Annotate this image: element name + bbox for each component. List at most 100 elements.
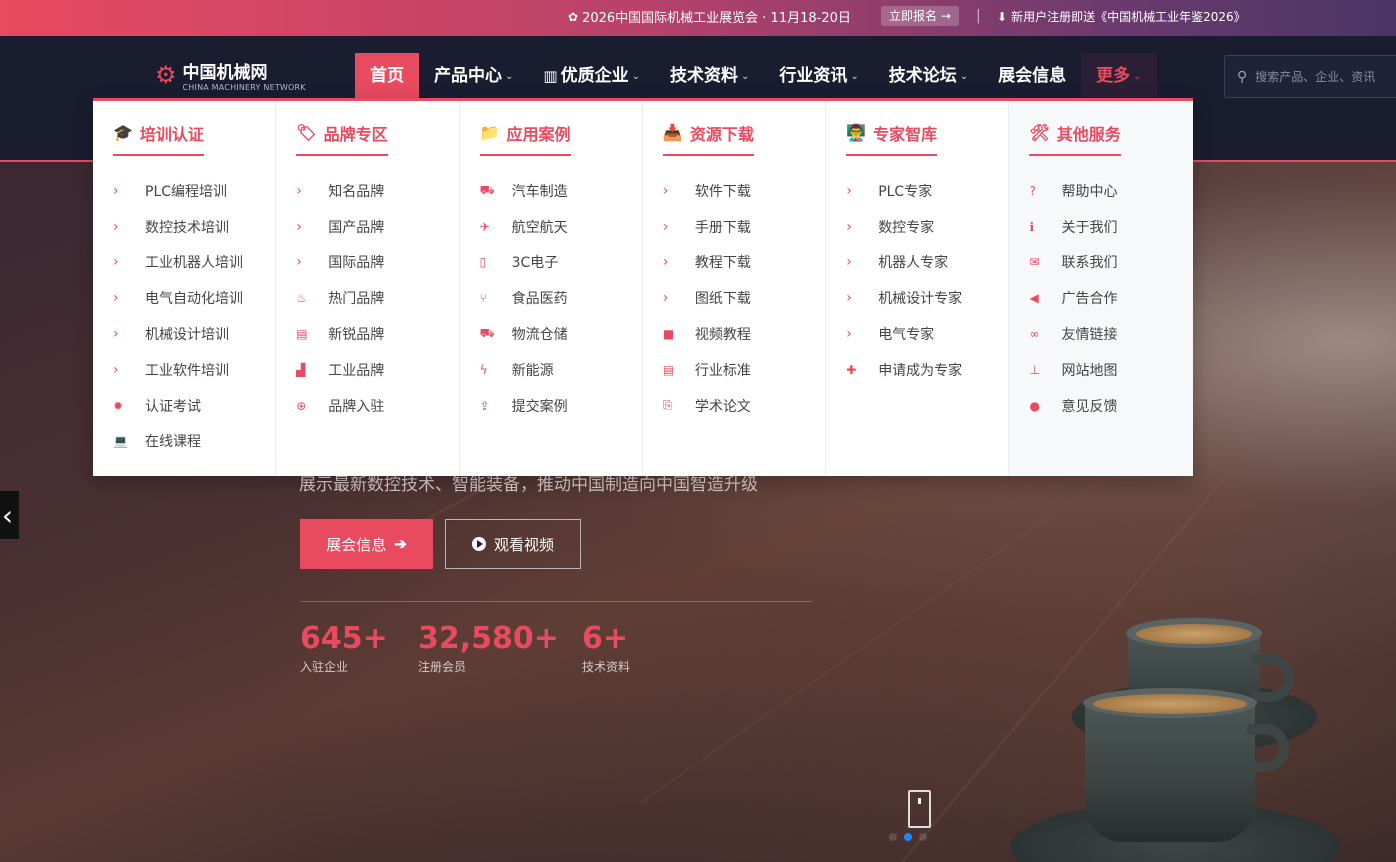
mega-column-title[interactable]: 📥 资源下载 bbox=[662, 121, 754, 156]
nav-item-news[interactable]: 行业资讯 ⌄ bbox=[764, 53, 873, 100]
nav-item-tech-docs[interactable]: 技术资料 ⌄ bbox=[655, 53, 764, 100]
chevron-right-icon: › bbox=[662, 182, 669, 199]
more-mega-menu: 🎓 培训认证 › PLC编程培训 › 数控技术培训 › 工业机器人培训 › 电气自动化培训 › 机械设… bbox=[93, 98, 1193, 476]
nav-label: 优质企业 bbox=[560, 66, 629, 86]
button-label: 观看视频 bbox=[493, 536, 554, 554]
nav-item-home[interactable]: 首页 bbox=[355, 53, 419, 100]
chevron-down-icon: ⌄ bbox=[850, 71, 859, 82]
nav-item-exhibitions[interactable]: 展会信息 bbox=[983, 53, 1081, 100]
mega-menu-item[interactable]: ⎘ 学术论文 bbox=[663, 388, 825, 424]
mega-menu-item[interactable]: › 国际品牌 bbox=[296, 245, 458, 281]
mega-menu-item[interactable]: ? 帮助中心 bbox=[1029, 173, 1192, 209]
mega-menu-item[interactable]: › 图纸下载 bbox=[663, 280, 825, 316]
mega-menu-item[interactable]: ✉ 联系我们 bbox=[1029, 245, 1192, 281]
mega-menu-item-label: 食品医药 bbox=[511, 291, 568, 308]
newspaper-icon: ▤ bbox=[296, 327, 308, 342]
mega-menu-item-label: 3C电子 bbox=[511, 255, 559, 272]
upload-icon: ⇪ bbox=[479, 398, 490, 413]
mega-column-title[interactable]: 🏷 品牌专区 bbox=[296, 121, 388, 156]
mega-column-title[interactable]: 👨‍🏫 专家智库 bbox=[846, 121, 938, 156]
chevron-right-icon: › bbox=[113, 254, 119, 271]
slider-dot[interactable] bbox=[889, 833, 897, 841]
nav-label: 首页 bbox=[370, 66, 404, 86]
mega-menu-item[interactable]: › 工业软件培训 bbox=[113, 352, 275, 388]
mega-menu-item[interactable]: ◀ 广告合作 bbox=[1029, 280, 1192, 316]
mega-menu-item-label: 品牌入驻 bbox=[328, 398, 385, 415]
mega-menu-item[interactable]: › 国产品牌 bbox=[296, 209, 458, 245]
search-icon[interactable]: ⚲ bbox=[1237, 69, 1247, 85]
mega-menu-item[interactable]: ∞ 友情链接 bbox=[1029, 316, 1192, 352]
slider-prev-arrow[interactable]: ‹ bbox=[0, 491, 19, 539]
exhibition-info-button[interactable]: 展会信息 ➔ bbox=[300, 519, 433, 569]
mega-menu-item[interactable]: › 电气专家 bbox=[846, 316, 1008, 352]
announcement-bar: ✿ 2026中国国际机械工业展览会 · 11月18-20日 立即报名 → | ⬇… bbox=[0, 0, 1396, 36]
slider-dot-active[interactable] bbox=[904, 833, 912, 841]
mega-column: 🛠 其他服务 ? 帮助中心 ℹ 关于我们 ✉ 联系我们 ◀ 广告合作 ∞ 友情链接 ⊥ 网站地图 ● 意见反馈 bbox=[1009, 101, 1193, 476]
nav-item-enterprises[interactable]: ▥ 优质企业 ⌄ bbox=[528, 53, 655, 100]
mega-column-title[interactable]: 🎓 培训认证 bbox=[113, 121, 204, 156]
site-logo[interactable]: ⚙ 中国机械网 CHINA MACHINERY NETWORK bbox=[155, 58, 306, 92]
mega-column: 🎓 培训认证 › PLC编程培训 › 数控技术培训 › 工业机器人培训 › 电气自动化培训 › 机械设… bbox=[93, 101, 277, 476]
mega-menu-item-label: 数控专家 bbox=[878, 219, 935, 236]
mega-menu-item[interactable]: ⑂ 食品医药 bbox=[480, 280, 642, 316]
info-circle-icon: ℹ bbox=[1029, 219, 1035, 234]
mega-menu-item[interactable]: ✈ 航空航天 bbox=[480, 209, 642, 245]
mega-menu-item-label: 手册下载 bbox=[694, 219, 751, 236]
mega-menu-item[interactable]: ● 意见反馈 bbox=[1029, 388, 1192, 424]
stat-label: 技术资料 bbox=[582, 660, 631, 674]
link-icon: ∞ bbox=[1029, 327, 1040, 342]
mega-menu-item-label: 工业软件培训 bbox=[145, 362, 229, 379]
signup-button[interactable]: 立即报名 → bbox=[881, 6, 959, 26]
mega-menu-item[interactable]: ℹ 关于我们 bbox=[1029, 209, 1192, 245]
gears-icon: ⚙ bbox=[155, 61, 177, 89]
mega-menu-item[interactable]: › 数控专家 bbox=[846, 209, 1008, 245]
mega-menu-item[interactable]: ϟ 新能源 bbox=[480, 352, 642, 388]
nav-item-forum[interactable]: 技术论坛 ⌄ bbox=[874, 53, 983, 100]
mega-menu-item-label: 工业品牌 bbox=[328, 362, 385, 379]
scroll-down-icon[interactable] bbox=[908, 790, 931, 828]
mega-menu-item[interactable]: ▯ 3C电子 bbox=[480, 245, 642, 281]
mega-menu-item-label: 机械设计培训 bbox=[145, 327, 229, 344]
mega-menu-item[interactable]: ▤ 新锐品牌 bbox=[296, 316, 458, 352]
mega-menu-item[interactable]: ⊥ 网站地图 bbox=[1029, 352, 1192, 388]
mega-menu-item[interactable]: › 数控技术培训 bbox=[113, 209, 275, 245]
mega-menu-item[interactable]: › 机械设计专家 bbox=[846, 280, 1008, 316]
slider-dot[interactable] bbox=[919, 833, 927, 841]
mega-menu-item[interactable]: › 教程下载 bbox=[663, 245, 825, 281]
logo-name-cn: 中国机械网 bbox=[182, 63, 268, 83]
mega-menu-item[interactable]: › 手册下载 bbox=[663, 209, 825, 245]
mega-menu-item-label: 广告合作 bbox=[1061, 291, 1118, 308]
folder-icon: 📁 bbox=[479, 123, 500, 142]
gift-announcement[interactable]: ⬇ 新用户注册即送《中国机械工业年鉴2026》 bbox=[997, 8, 1246, 25]
mega-menu-item[interactable]: ✚ 申请成为专家 bbox=[846, 352, 1008, 388]
mega-menu-item[interactable]: › 软件下载 bbox=[663, 173, 825, 209]
mega-menu-item[interactable]: › 电气自动化培训 bbox=[113, 280, 275, 316]
mega-column-title[interactable]: 🛠 其他服务 bbox=[1029, 121, 1121, 156]
mega-menu-item[interactable]: ▤ 行业标准 bbox=[663, 352, 825, 388]
mega-menu-item-label: 新锐品牌 bbox=[328, 327, 385, 344]
hero-divider bbox=[300, 601, 812, 602]
mega-menu-item[interactable]: › 机器人专家 bbox=[846, 245, 1008, 281]
mega-menu-item[interactable]: › PLC编程培训 bbox=[113, 173, 275, 209]
mega-menu-item[interactable]: ▟ 工业品牌 bbox=[296, 352, 458, 388]
search-input[interactable] bbox=[1255, 69, 1396, 84]
nav-item-more[interactable]: 更多 ⌄ bbox=[1081, 53, 1157, 100]
mega-menu-item[interactable]: ■ 视频教程 bbox=[663, 316, 825, 352]
mega-menu-item[interactable]: › PLC专家 bbox=[846, 173, 1008, 209]
mega-menu-item[interactable]: › 知名品牌 bbox=[296, 173, 458, 209]
mega-column-title[interactable]: 📁 应用案例 bbox=[479, 121, 571, 156]
envelope-icon: ✉ bbox=[1029, 255, 1040, 270]
mega-menu-item[interactable]: ⛟ 物流仓储 bbox=[480, 316, 642, 352]
mega-menu-item[interactable]: ✹ 认证考试 bbox=[113, 388, 275, 424]
mega-menu-item[interactable]: › 机械设计培训 bbox=[113, 316, 275, 352]
mega-menu-item[interactable]: ⇪ 提交案例 bbox=[480, 388, 642, 424]
mega-menu-item[interactable]: 💻 在线课程 bbox=[113, 424, 275, 460]
mega-menu-item[interactable]: ⊕ 品牌入驻 bbox=[296, 388, 458, 424]
mega-menu-item[interactable]: ⛟ 汽车制造 bbox=[480, 173, 642, 209]
watch-video-button[interactable]: 观看视频 bbox=[445, 519, 581, 569]
mega-menu-item[interactable]: ♨ 热门品牌 bbox=[296, 280, 458, 316]
expo-announcement[interactable]: ✿ 2026中国国际机械工业展览会 · 11月18-20日 bbox=[568, 7, 851, 27]
nav-item-products[interactable]: 产品中心 ⌄ bbox=[419, 53, 528, 100]
mega-menu-item-label: 友情链接 bbox=[1061, 327, 1118, 344]
mega-menu-item[interactable]: › 工业机器人培训 bbox=[113, 245, 275, 281]
